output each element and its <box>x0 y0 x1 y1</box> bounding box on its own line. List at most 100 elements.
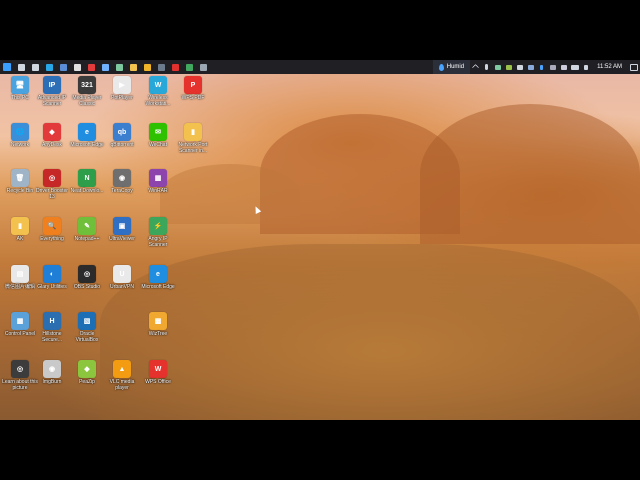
desktop-icon[interactable]: 321 Media Player Classic <box>70 76 104 107</box>
desktop-icon[interactable]: ◎ Learn about this picture <box>2 360 38 391</box>
tray-app-icon-4[interactable] <box>525 60 536 74</box>
desktop-icon[interactable]: ✉ WeChat <box>141 123 175 148</box>
microphone-icon[interactable] <box>481 60 492 74</box>
app-taskbar-icon[interactable] <box>98 60 112 74</box>
desktop-icon[interactable]: P WPS PDF <box>176 76 210 101</box>
notepad-taskbar-icon-glyph <box>73 63 81 71</box>
desktop-icon[interactable]: ▣ UltraViewer <box>105 217 139 242</box>
desktop-icon[interactable]: qb qBittorrent <box>105 123 139 148</box>
desktop-icon[interactable]: ◎ OBS Studio <box>70 265 104 290</box>
chrome-taskbar-icon-glyph <box>143 63 151 71</box>
app-icon: ▩ <box>149 312 167 330</box>
search-icon[interactable] <box>14 60 28 74</box>
windows-start-icon[interactable] <box>0 60 14 74</box>
tray-app-icon-3[interactable] <box>514 60 525 74</box>
desktop-icon-label: WPS PDF <box>181 95 205 101</box>
desktop-icon[interactable]: ◉ TeraCopy <box>105 169 139 194</box>
app-taskbar-icon-3[interactable] <box>154 60 168 74</box>
desktop-icon[interactable]: 🌐 Network <box>3 123 37 148</box>
desktop-icon-label: WinRAR <box>148 188 168 194</box>
task-view-icon[interactable] <box>28 60 42 74</box>
desktop-icon[interactable]: ◆ AnyDesk <box>35 123 69 148</box>
chrome-taskbar-icon-2[interactable] <box>182 60 196 74</box>
search-icon-glyph <box>17 63 25 71</box>
desktop-icon[interactable]: ⚡ Angry IP Scanner <box>141 217 175 248</box>
explorer-taskbar-icon[interactable] <box>126 60 140 74</box>
desktop-icon-label: Angry IP Scanner <box>148 236 168 248</box>
desktop-icon[interactable]: 🔍 Everything <box>35 217 69 242</box>
app-taskbar-icon-2[interactable] <box>112 60 126 74</box>
desktop-icon[interactable]: ◉ ImgBurn <box>35 360 69 385</box>
photos-taskbar-icon-glyph <box>59 63 67 71</box>
tray-app-icon-6[interactable] <box>558 60 569 74</box>
vivaldi-taskbar-icon[interactable] <box>84 60 98 74</box>
app-icon: P <box>184 76 202 94</box>
clock[interactable]: 11:52 AM <box>591 64 628 70</box>
desktop-icon[interactable]: IP Advanced IP Scanner <box>35 76 69 107</box>
desktop-icon-label: Media Player Classic <box>72 95 102 107</box>
bluetooth-icon[interactable] <box>536 60 547 74</box>
app-icon: e <box>149 265 167 283</box>
desktop-icon-label: Control Panel <box>4 331 36 337</box>
desktop-icon[interactable]: N Neat Downlo... <box>70 169 104 194</box>
desktop-icon-label: Learn about this picture <box>2 379 38 391</box>
chrome-taskbar-icon-2-glyph <box>185 63 193 71</box>
chevron-up-icon[interactable] <box>470 60 481 74</box>
app-icon: ◎ <box>11 360 29 378</box>
desktop-icon[interactable]: 🗑 Recycle Bin <box>3 169 37 194</box>
taskbar: Humid 11:52 AM <box>0 60 640 74</box>
desktop-icon-label: ImgBurn <box>42 379 62 385</box>
desktop-icon[interactable]: ▧ Oracle VirtualBox <box>70 312 104 343</box>
notepad-taskbar-icon[interactable] <box>70 60 84 74</box>
desktop-icon[interactable]: 🖥 This PC <box>3 76 37 101</box>
desktop-icon[interactable]: ▶ PotPlayer <box>105 76 139 101</box>
keyboard-icon[interactable] <box>569 60 580 74</box>
desktop-icon[interactable]: ◆ PeaZip <box>70 360 104 385</box>
app-taskbar-icon-2-glyph <box>115 63 123 71</box>
app-icon: ▶ <box>113 76 131 94</box>
desktop-icon[interactable]: ▦ WinRAR <box>141 169 175 194</box>
app-icon: qb <box>113 123 131 141</box>
desktop-icon[interactable]: ◎ Driver Booster 13 <box>35 169 69 200</box>
desktop-icon[interactable]: U UrbanVPN <box>105 265 139 290</box>
opera-taskbar-icon[interactable] <box>168 60 182 74</box>
desktop-icon[interactable]: W Wireless Workstati... <box>141 76 175 107</box>
desktop-icon[interactable]: ▲ VLC media player <box>105 360 139 391</box>
desktop-icon-label: Wireless Workstati... <box>145 95 171 107</box>
desktop-icon[interactable]: e Microsoft Edge <box>70 123 104 148</box>
app-icon: H <box>43 312 61 330</box>
tray-app-icon-2[interactable] <box>503 60 514 74</box>
weather-widget[interactable]: Humid <box>432 60 471 74</box>
desktop-icon[interactable]: W WPS Office <box>141 360 175 385</box>
chrome-taskbar-icon[interactable] <box>140 60 154 74</box>
desktop-icon[interactable]: ▤ 微信图片编辑 <box>3 265 37 290</box>
tray-app-icon-5[interactable] <box>547 60 558 74</box>
photos-taskbar-icon[interactable] <box>56 60 70 74</box>
app-icon: ▲ <box>113 360 131 378</box>
desktop-icon-label: 微信图片编辑 <box>4 284 35 290</box>
volume-icon[interactable] <box>580 60 591 74</box>
app-icon: ◐ <box>43 265 61 283</box>
desktop-icon-label: Network Port Scanner in... <box>178 142 208 154</box>
tray-app-icon[interactable] <box>492 60 503 74</box>
desktop-icon[interactable]: ◐ Glary Utilities <box>35 265 69 290</box>
obs-taskbar-icon[interactable] <box>196 60 210 74</box>
app-icon: ▤ <box>11 265 29 283</box>
desktop-icon[interactable]: H Hillstone Secure... <box>35 312 69 343</box>
rock-formation-2 <box>420 104 640 244</box>
app-icon: ▦ <box>149 169 167 187</box>
desktop-icon[interactable]: e Microsoft Edge <box>141 265 175 290</box>
desktop-icon[interactable]: ✎ Notepad++ <box>70 217 104 242</box>
explorer-taskbar-icon-glyph <box>129 63 137 71</box>
desktop-icon[interactable]: ▦ Control Panel <box>3 312 37 337</box>
desktop-icon-label: Hillstone Secure... <box>41 331 62 343</box>
desktop-icon[interactable]: ▩ WizTree <box>141 312 175 337</box>
edge-taskbar-icon[interactable] <box>42 60 56 74</box>
edge-taskbar-icon-glyph <box>45 63 53 71</box>
desktop-icon[interactable]: ▮ Network Port Scanner in... <box>176 123 210 154</box>
vivaldi-taskbar-icon-glyph <box>87 63 95 71</box>
desktop-icon-label: TeraCopy <box>111 188 133 194</box>
taskbar-apps <box>0 60 210 74</box>
notification-icon[interactable] <box>628 60 640 74</box>
desktop-icon[interactable]: ▮ AK <box>3 217 37 242</box>
